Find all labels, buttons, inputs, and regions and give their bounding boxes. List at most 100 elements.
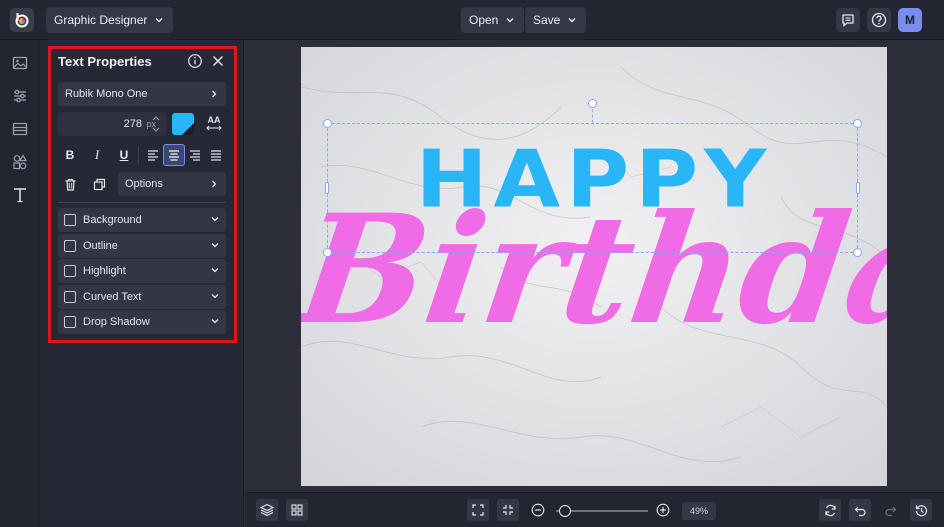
checkbox[interactable] <box>64 240 76 252</box>
fit-screen-icon <box>472 504 484 516</box>
checkbox[interactable] <box>64 316 76 328</box>
checkbox[interactable] <box>64 214 76 226</box>
effect-background[interactable]: Background <box>58 208 226 232</box>
feedback-button[interactable] <box>836 8 860 32</box>
text-case-button[interactable]: AA <box>203 113 225 135</box>
zoom-in-button[interactable] <box>652 499 674 521</box>
align-right-button[interactable] <box>184 144 206 166</box>
font-size-field[interactable]: 278 px <box>58 112 166 136</box>
info-icon <box>188 54 202 68</box>
chevron-down-icon <box>211 217 219 222</box>
delete-button[interactable] <box>59 173 81 195</box>
resize-handle[interactable] <box>323 119 332 128</box>
layout-icon[interactable] <box>9 118 31 140</box>
close-icon <box>212 55 224 67</box>
underline-button[interactable]: U <box>113 144 135 166</box>
text-color-swatch[interactable] <box>172 113 194 135</box>
info-button[interactable] <box>184 50 206 72</box>
zoom-level[interactable]: 49% <box>682 502 716 520</box>
effect-label: Highlight <box>83 265 126 277</box>
image-icon[interactable] <box>9 52 31 74</box>
redo-button[interactable] <box>879 499 901 521</box>
italic-button[interactable]: I <box>86 144 108 166</box>
effect-drop-shadow[interactable]: Drop Shadow <box>58 310 226 334</box>
options-label: Options <box>125 178 163 190</box>
grid-button[interactable] <box>286 499 308 521</box>
undo-icon <box>854 506 866 516</box>
resize-handle[interactable] <box>856 182 860 194</box>
resize-handle[interactable] <box>325 182 329 194</box>
history-button[interactable] <box>910 499 932 521</box>
align-left-icon <box>148 150 158 161</box>
actual-size-button[interactable] <box>497 499 519 521</box>
design-canvas[interactable]: HAPPY Birthday <box>301 47 887 486</box>
layers-button[interactable] <box>256 499 278 521</box>
resize-handle[interactable] <box>853 248 862 257</box>
align-center-icon <box>169 150 179 161</box>
fit-screen-button[interactable] <box>467 499 489 521</box>
font-selector[interactable]: Rubik Mono One <box>58 82 226 106</box>
resize-handle[interactable] <box>323 248 332 257</box>
grid-icon <box>291 504 303 516</box>
app-logo-icon[interactable] <box>10 8 34 32</box>
align-left-button[interactable] <box>142 144 164 166</box>
chevron-down-icon <box>506 18 514 23</box>
effect-highlight[interactable]: Highlight <box>58 259 226 283</box>
align-center-button[interactable] <box>163 144 185 166</box>
letter-spacing-icon <box>206 125 222 131</box>
save-button[interactable]: Save <box>525 7 587 33</box>
shrink-icon <box>503 505 513 515</box>
history-icon <box>915 504 927 516</box>
help-button[interactable] <box>867 8 891 32</box>
open-button[interactable]: Open <box>461 7 525 33</box>
refresh-icon <box>824 504 836 516</box>
align-justify-button[interactable] <box>205 144 227 166</box>
chevron-down-icon <box>568 18 576 23</box>
case-label: AA <box>207 115 221 125</box>
comment-icon <box>842 14 854 27</box>
divider <box>58 202 226 203</box>
zoom-out-icon <box>531 503 545 517</box>
duplicate-button[interactable] <box>88 173 110 195</box>
chevron-right-icon <box>212 180 217 188</box>
close-panel-button[interactable] <box>207 50 229 72</box>
divider <box>138 146 139 164</box>
refresh-button[interactable] <box>819 499 841 521</box>
chevron-down-icon <box>211 243 219 248</box>
mode-dropdown[interactable]: Graphic Designer <box>46 7 174 33</box>
left-toolbar <box>0 40 40 527</box>
top-bar: Graphic Designer Open Save M <box>0 0 944 40</box>
zoom-slider-thumb[interactable] <box>559 505 571 517</box>
effect-curved-text[interactable]: Curved Text <box>58 285 226 309</box>
selection-box <box>327 123 858 253</box>
chevron-down-icon <box>211 268 219 273</box>
zoom-in-icon <box>656 503 670 517</box>
help-icon <box>871 12 887 28</box>
options-button[interactable]: Options <box>118 172 226 196</box>
redo-icon <box>884 506 896 516</box>
checkbox[interactable] <box>64 265 76 277</box>
sliders-icon[interactable] <box>9 85 31 107</box>
font-size-stepper[interactable] <box>151 112 163 136</box>
undo-button[interactable] <box>849 499 871 521</box>
rotate-handle[interactable] <box>588 99 597 108</box>
effect-label: Background <box>83 214 142 226</box>
align-right-icon <box>190 150 200 161</box>
checkbox[interactable] <box>64 291 76 303</box>
chevron-down-icon <box>211 319 219 324</box>
layers-icon <box>260 503 274 517</box>
text-icon[interactable] <box>9 184 31 206</box>
shapes-icon[interactable] <box>9 151 31 173</box>
effect-label: Curved Text <box>83 291 142 303</box>
bold-button[interactable]: B <box>59 144 81 166</box>
align-justify-icon <box>211 150 221 161</box>
effect-label: Outline <box>83 240 118 252</box>
open-label: Open <box>469 13 499 27</box>
font-size-value: 278 <box>123 118 142 130</box>
zoom-out-button[interactable] <box>527 499 549 521</box>
resize-handle[interactable] <box>853 119 862 128</box>
user-avatar[interactable]: M <box>898 8 922 32</box>
effect-outline[interactable]: Outline <box>58 234 226 258</box>
chevron-down-icon <box>211 294 219 299</box>
trash-icon <box>65 178 75 191</box>
